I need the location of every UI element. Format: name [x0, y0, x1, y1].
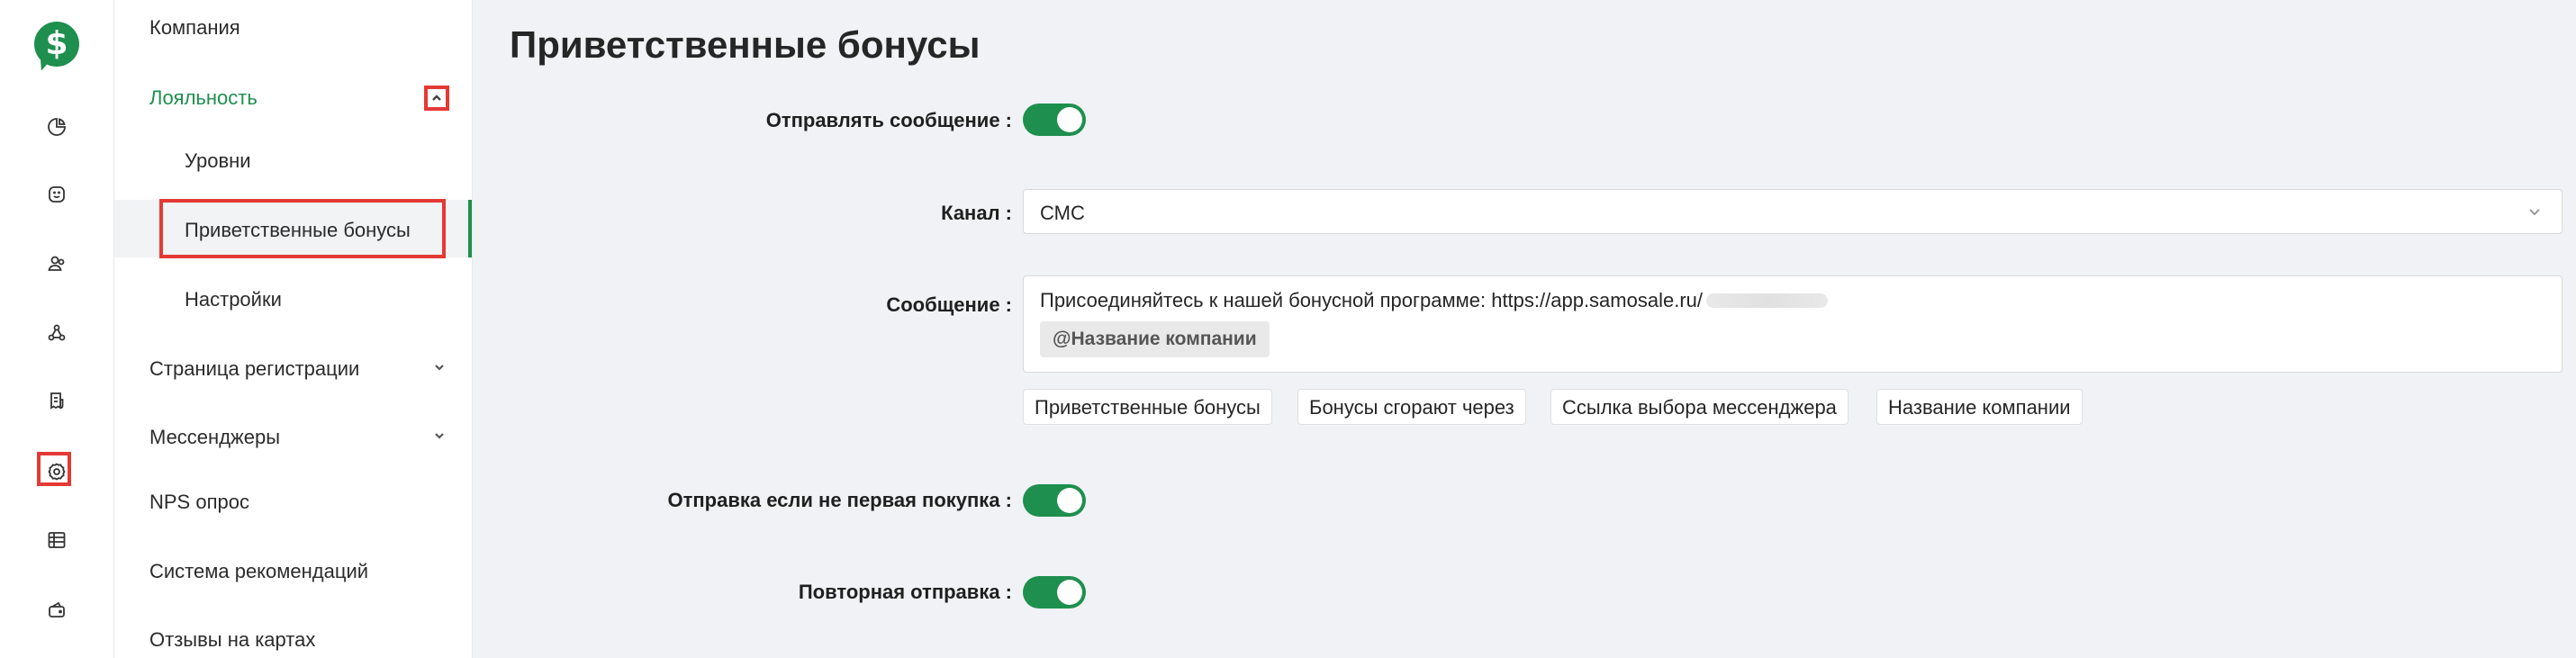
channel-select[interactable]: СМС — [1023, 189, 2562, 234]
variable-chip-company-name[interactable]: Название компании — [1876, 389, 2083, 425]
channel-label: Канал : — [941, 202, 1012, 224]
sidebar-item-nps[interactable]: NPS опрос — [149, 491, 249, 514]
sidebar-item-registration-page[interactable]: Страница регистрации — [149, 357, 359, 381]
pie-chart-icon[interactable] — [44, 114, 69, 140]
message-label: Сообщение : — [886, 293, 1012, 316]
resend-toggle[interactable] — [1023, 576, 1086, 608]
settings-gear-icon[interactable] — [37, 452, 71, 486]
message-text: Присоединяйтесь к нашей бонусной програм… — [1040, 289, 1704, 311]
highlight-box — [159, 199, 446, 258]
users-icon[interactable] — [44, 251, 69, 276]
page-title: Приветственные бонусы — [510, 23, 981, 66]
variable-chip-messenger-link[interactable]: Ссылка выбора мессенджера — [1550, 389, 1848, 425]
variable-chip-welcome-bonuses[interactable]: Приветственные бонусы — [1023, 389, 1272, 425]
message-editor[interactable]: Присоединяйтесь к нашей бонусной програм… — [1023, 275, 2562, 373]
sidebar-active-indicator — [468, 200, 472, 257]
sidebar-item-settings[interactable]: Настройки — [185, 288, 282, 311]
message-text-line: Присоединяйтесь к нашей бонусной програм… — [1040, 289, 1829, 312]
sidebar-item-levels[interactable]: Уровни — [185, 149, 251, 173]
chevron-down-icon — [2527, 204, 2542, 219]
toggle-knob — [1057, 488, 1082, 513]
send-message-label: Отправлять сообщение : — [765, 109, 1012, 131]
sidebar-item-messengers[interactable]: Мессенджеры — [149, 426, 280, 449]
variable-chip-bonuses-expire[interactable]: Бонусы сгорают через — [1297, 389, 1526, 425]
smile-icon[interactable] — [44, 182, 69, 207]
settings-sidebar: Компания Лояльность Уровни Приветственны… — [114, 0, 473, 658]
chevron-down-icon[interactable] — [434, 430, 445, 441]
sidebar-item-loyalty[interactable]: Лояльность — [149, 86, 258, 110]
toggle-knob — [1057, 107, 1082, 132]
table-icon[interactable] — [44, 527, 69, 553]
share-network-icon[interactable] — [44, 320, 69, 346]
chevron-down-icon[interactable] — [434, 362, 445, 373]
sidebar-item-map-reviews[interactable]: Отзывы на картах — [149, 628, 315, 652]
not-first-purchase-label: Отправка если не первая покупка : — [667, 489, 1013, 511]
icon-rail: $ — [0, 0, 114, 658]
company-name-mention[interactable]: @Название компании — [1040, 321, 1270, 357]
toggle-knob — [1057, 580, 1082, 605]
sidebar-item-referral[interactable]: Система рекомендаций — [149, 560, 368, 583]
not-first-purchase-toggle[interactable] — [1023, 484, 1086, 517]
channel-value: СМС — [1040, 202, 1085, 224]
send-message-toggle[interactable] — [1023, 104, 1086, 136]
sidebar-item-company[interactable]: Компания — [149, 16, 240, 40]
redacted-blur — [1706, 293, 1829, 308]
logo-symbol: $ — [45, 25, 68, 62]
wallet-icon[interactable] — [44, 597, 69, 622]
resend-label: Повторная отправка : — [798, 581, 1012, 603]
receipt-icon[interactable] — [44, 389, 69, 414]
chevron-up-icon[interactable] — [424, 86, 449, 111]
